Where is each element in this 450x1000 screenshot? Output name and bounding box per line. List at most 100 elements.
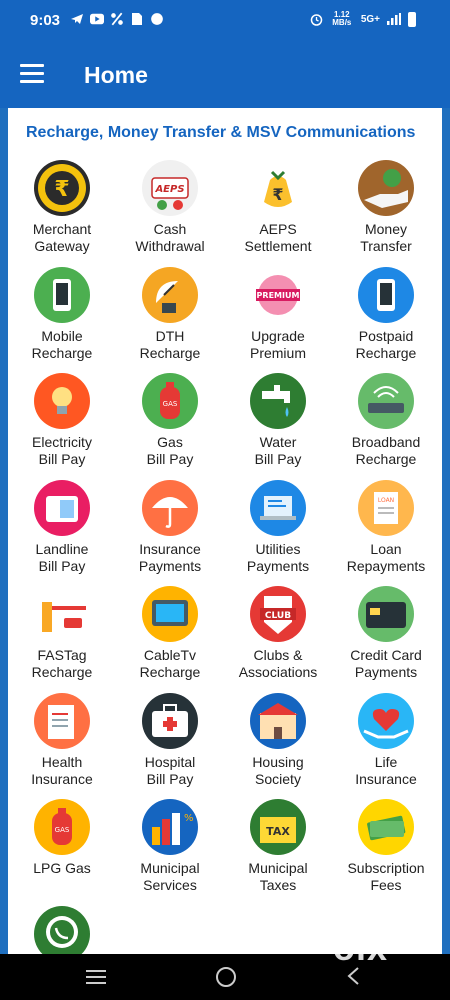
service-tile[interactable]: Utilities Payments <box>224 479 332 575</box>
service-tile[interactable]: AEPS Cash Withdrawal <box>116 160 224 255</box>
service-label-line2: Insurance <box>355 770 417 787</box>
service-label-line2: Bill Pay <box>146 770 194 787</box>
service-tile[interactable]: Health Insurance <box>8 692 116 788</box>
svg-text:TAX: TAX <box>266 825 290 838</box>
olx-watermark: olx <box>333 927 389 968</box>
service-tile[interactable]: TAX Municipal Taxes <box>224 799 332 894</box>
money-bag-icon: ₹ <box>250 160 306 216</box>
service-label: Electricity Bill Pay <box>8 434 116 468</box>
heart-hands-icon <box>358 692 414 749</box>
service-label-line1: Utilities <box>255 540 301 557</box>
service-label-line2: Bill Pay <box>38 451 86 467</box>
service-label: Loan Repayments <box>332 541 440 575</box>
back-button-icon[interactable] <box>346 966 360 986</box>
service-tile[interactable]: Credit Card Payments <box>332 586 440 681</box>
service-tile[interactable]: CLUB Clubs & Associations <box>224 586 332 681</box>
hamburger-menu-icon[interactable] <box>20 64 44 84</box>
service-label-line1: Life <box>374 753 398 770</box>
service-label-line1: Health <box>41 753 83 770</box>
service-label: Merchant Gateway <box>8 221 116 255</box>
service-label: Health Insurance <box>8 754 116 788</box>
first-aid-kit-icon <box>142 692 198 749</box>
service-tile[interactable]: Subscription Fees <box>332 799 440 894</box>
recent-apps-icon[interactable] <box>86 969 106 985</box>
service-tile[interactable]: Life Insurance <box>332 692 440 788</box>
service-label-line2: Payments <box>138 557 202 574</box>
svg-text:GAS: GAS <box>163 400 178 408</box>
service-tile[interactable]: PREMIUM Upgrade Premium <box>224 266 332 362</box>
service-label-line1: Loan <box>370 540 402 557</box>
service-label: Clubs & Associations <box>224 647 332 681</box>
service-label-line2: Payments <box>354 664 418 680</box>
service-tile[interactable]: FASTag Recharge <box>8 586 116 681</box>
service-tile[interactable]: GAS Gas Bill Pay <box>116 373 224 468</box>
percent-icon <box>111 12 123 26</box>
service-label-line2: Recharge <box>355 451 417 467</box>
service-label-line2: Recharge <box>355 344 417 361</box>
service-tile[interactable]: LOAN Loan Repayments <box>332 479 440 575</box>
service-label-line2: Withdrawal <box>135 238 205 254</box>
toll-gate-icon <box>34 586 90 642</box>
wifi-router-icon <box>358 373 414 429</box>
water-tap-icon <box>250 373 306 429</box>
hand-money-icon <box>358 160 414 216</box>
service-label-line2: Recharge <box>31 664 93 680</box>
service-label-line2: Repayments <box>346 557 426 574</box>
service-label-line2: Bill Pay <box>254 451 302 467</box>
service-tile[interactable]: Insurance Payments <box>116 479 224 575</box>
service-tile[interactable]: Mobile Recharge <box>8 266 116 362</box>
svg-text:₹: ₹ <box>272 185 283 204</box>
service-tile[interactable]: DTH Recharge <box>116 266 224 362</box>
service-label-line1: Municipal <box>248 860 308 876</box>
service-label-line2: Recharge <box>139 344 201 361</box>
service-tile[interactable]: Money Transfer <box>332 160 440 255</box>
svg-text:GAS: GAS <box>55 826 70 834</box>
service-label: FASTag Recharge <box>8 647 116 681</box>
service-label: Utilities Payments <box>224 541 332 575</box>
service-label: Municipal Taxes <box>224 860 332 894</box>
service-label: Insurance Payments <box>116 541 224 575</box>
service-label-line1: CableTv <box>143 647 197 663</box>
mobile-phone-icon <box>34 266 90 323</box>
service-label-line1: Money <box>364 221 408 237</box>
cash-stack-icon <box>358 799 414 855</box>
service-tile[interactable]: ₹ Merchant Gateway <box>8 160 116 255</box>
svg-text:PREMIUM: PREMIUM <box>257 291 300 300</box>
rupee-coin-icon: ₹ <box>34 160 90 216</box>
service-tile[interactable]: Water Bill Pay <box>224 373 332 468</box>
service-label: Cash Withdrawal <box>116 221 224 255</box>
service-label: LPG Gas <box>8 860 116 877</box>
section-title: Recharge, Money Transfer & MSV Communica… <box>26 124 416 141</box>
service-label-line1: Credit Card <box>350 647 422 663</box>
service-label-line2: Society <box>255 770 301 787</box>
service-tile[interactable]: Broadband Recharge <box>332 373 440 468</box>
service-tile[interactable]: % Municipal Services <box>116 799 224 894</box>
service-tile[interactable]: CableTv Recharge <box>116 586 224 681</box>
service-label-line1: AEPS <box>259 221 297 237</box>
home-button-icon[interactable] <box>215 966 237 988</box>
service-label: Hospital Bill Pay <box>116 754 224 788</box>
service-label: Landline Bill Pay <box>8 541 116 575</box>
service-tile[interactable]: Housing Society <box>224 692 332 788</box>
service-label-line1: Subscription <box>347 860 425 876</box>
service-label-line1: Water <box>259 434 297 450</box>
laptop-bill-icon <box>250 479 306 536</box>
service-tile[interactable]: Landline Bill Pay <box>8 479 116 575</box>
premium-badge-icon: PREMIUM <box>250 266 306 323</box>
service-tile[interactable]: GAS LPG Gas <box>8 799 116 877</box>
service-label: Broadband Recharge <box>332 434 440 468</box>
services-card: Recharge, Money Transfer & MSV Communica… <box>8 108 442 954</box>
service-label-line1: DTH <box>155 327 185 344</box>
service-tile[interactable]: ₹ AEPS Settlement <box>224 160 332 255</box>
service-label-line1: Insurance <box>139 540 201 557</box>
service-tile[interactable]: Postpaid Recharge <box>332 266 440 362</box>
credit-card-icon <box>358 586 414 642</box>
service-tile[interactable]: Electricity Bill Pay <box>8 373 116 468</box>
service-label-line1: Mobile <box>41 327 83 344</box>
service-tile[interactable]: Hospital Bill Pay <box>116 692 224 788</box>
service-tile[interactable] <box>8 905 116 954</box>
signal-type: 5G+ <box>360 13 380 25</box>
service-label-line1: LPG Gas <box>33 860 91 876</box>
service-label-line2: Settlement <box>244 238 312 254</box>
service-label: Upgrade Premium <box>224 328 332 362</box>
